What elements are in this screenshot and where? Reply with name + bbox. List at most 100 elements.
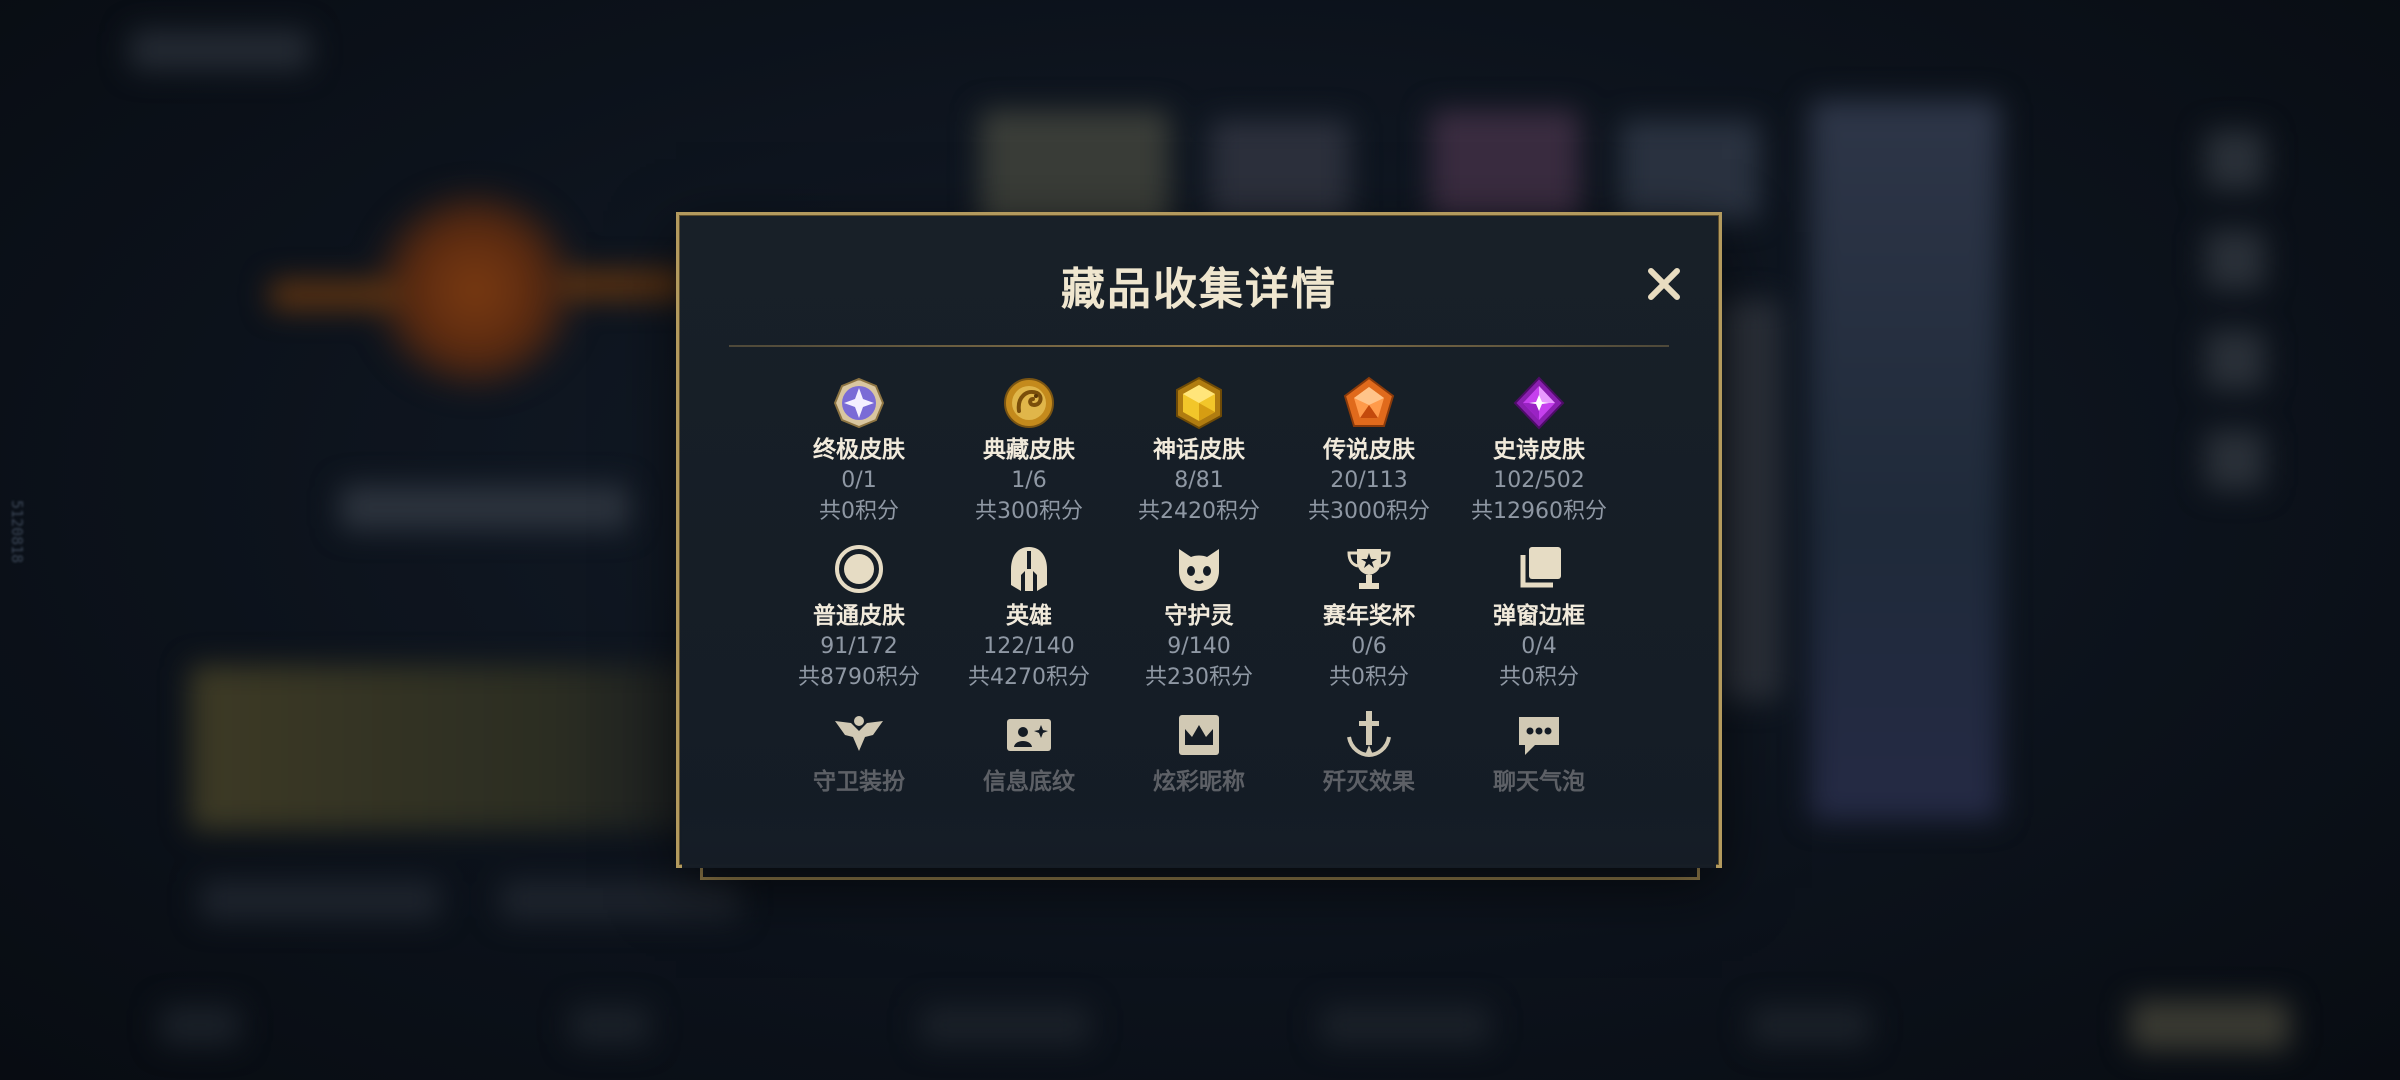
- side-id-text: 5120818: [8, 500, 26, 564]
- helmet-icon: [1011, 547, 1047, 591]
- banner-card-icon: [1007, 719, 1051, 751]
- frame-stack-icon: [1520, 547, 1561, 588]
- item-count: 1/6: [1011, 468, 1047, 493]
- collection-item-epic-skin[interactable]: 史诗皮肤 102/502 共12960积分: [1454, 375, 1624, 527]
- normal-skin-icon: [835, 545, 883, 593]
- collection-row-general: 普通皮肤 91/172 共8790积分 英雄 122/140 共4270积分 守…: [774, 541, 1624, 693]
- spirit-icon: [1179, 549, 1219, 591]
- item-points: 共230积分: [1145, 665, 1253, 690]
- collection-item-spirit[interactable]: 守护灵 9/140 共230积分: [1114, 541, 1284, 693]
- item-name: 英雄: [1006, 603, 1052, 629]
- collection-item-normal-skin[interactable]: 普通皮肤 91/172 共8790积分: [774, 541, 944, 693]
- trophy-icon: [1347, 549, 1391, 589]
- collection-item-popup-frame[interactable]: 弹窗边框 0/4 共0积分: [1454, 541, 1624, 693]
- item-count: 0/1: [841, 468, 877, 493]
- bg-emblem-wing-left: [270, 280, 400, 310]
- item-points: 共0积分: [1499, 665, 1579, 690]
- bg-thumb-4: [1620, 120, 1760, 220]
- crown-name-icon: [1179, 715, 1219, 755]
- bg-thumb-3: [1430, 110, 1580, 220]
- item-name: 弹窗边框: [1493, 603, 1585, 629]
- item-points: 共12960积分: [1471, 499, 1607, 524]
- collection-item-finisher-effect[interactable]: 歼灭效果: [1284, 707, 1454, 797]
- collection-details-dialog: 藏品收集详情 终极皮肤 0/1 共0积分 典藏皮肤 1/6 共300积分 神话皮…: [676, 212, 1722, 868]
- bg-card-button-1: [200, 880, 440, 920]
- bg-bottom-tab-1: [160, 1005, 240, 1045]
- item-name: 信息底纹: [983, 769, 1075, 795]
- bg-bottom-tab-3: [920, 1005, 1090, 1045]
- item-name: 终极皮肤: [813, 437, 905, 463]
- bg-right-icon-4: [2205, 430, 2265, 490]
- title-divider: [729, 345, 1669, 347]
- chat-bubble-icon: [1519, 717, 1559, 755]
- close-icon: [1648, 268, 1680, 300]
- item-points: 共2420积分: [1138, 499, 1260, 524]
- item-count: 20/113: [1330, 468, 1408, 493]
- item-name: 传说皮肤: [1323, 437, 1415, 463]
- bg-tall-poster: [1810, 100, 2000, 820]
- collection-row-skins-rare: 终极皮肤 0/1 共0积分 典藏皮肤 1/6 共300积分 神话皮肤 8/81 …: [774, 375, 1624, 527]
- item-points: 共3000积分: [1308, 499, 1430, 524]
- modal-base-trim: [700, 866, 1700, 880]
- item-points: 共300积分: [975, 499, 1083, 524]
- scroll-fade: [682, 790, 1716, 868]
- bg-header-logo: [130, 30, 310, 70]
- item-points: 共0积分: [1329, 665, 1409, 690]
- screen: 5120818 藏品收集详情 终极皮肤 0/1 共0积分 典藏皮肤 1/6 共3…: [0, 0, 2400, 1080]
- bg-name-plate: [340, 485, 630, 530]
- bg-right-icon-2: [2205, 230, 2265, 290]
- bg-bottom-tab-2: [570, 1005, 650, 1045]
- item-count: 102/502: [1493, 468, 1585, 493]
- item-count: 122/140: [983, 634, 1075, 659]
- bg-side-strip: [1720, 300, 1780, 700]
- mythic-skin-icon: [1176, 376, 1222, 430]
- collection-item-classic-skin[interactable]: 典藏皮肤 1/6 共300积分: [944, 375, 1114, 527]
- item-name: 炫彩昵称: [1153, 769, 1245, 795]
- item-name: 聊天气泡: [1493, 769, 1585, 795]
- item-count: 0/6: [1351, 634, 1387, 659]
- collection-item-ward-skin[interactable]: 守卫装扮: [774, 707, 944, 797]
- close-button[interactable]: [1639, 259, 1689, 309]
- item-name: 普通皮肤: [813, 603, 905, 629]
- bg-emblem-wing-right: [560, 270, 690, 300]
- collection-item-hero[interactable]: 英雄 122/140 共4270积分: [944, 541, 1114, 693]
- bg-banner-card: [190, 665, 710, 830]
- bg-right-icon-3: [2205, 330, 2265, 390]
- item-name: 赛年奖杯: [1323, 603, 1415, 629]
- epic-skin-icon: [1513, 376, 1565, 430]
- classic-dragon-skin-icon: [1004, 378, 1054, 428]
- item-name: 守卫装扮: [813, 769, 905, 795]
- item-points: 共4270积分: [968, 665, 1090, 690]
- item-count: 91/172: [820, 634, 898, 659]
- ultimate-skin-icon: [833, 377, 885, 429]
- bg-bottom-tab-4: [1320, 1005, 1490, 1045]
- legendary-skin-icon: [1343, 376, 1395, 427]
- collection-item-trophy[interactable]: 赛年奖杯 0/6 共0积分: [1284, 541, 1454, 693]
- bg-emblem: [370, 190, 580, 390]
- item-name: 歼灭效果: [1323, 769, 1415, 795]
- collection-item-color-nickname[interactable]: 炫彩昵称: [1114, 707, 1284, 797]
- bg-right-icon-1: [2205, 130, 2265, 190]
- collection-item-info-banner[interactable]: 信息底纹: [944, 707, 1114, 797]
- item-points: 共0积分: [819, 499, 899, 524]
- bg-thumb-2: [1210, 120, 1350, 220]
- collection-item-mythic-skin[interactable]: 神话皮肤 8/81 共2420积分: [1114, 375, 1284, 527]
- dialog-title: 藏品收集详情: [1061, 264, 1337, 315]
- ward-skin-icon: [835, 716, 883, 751]
- item-count: 8/81: [1174, 468, 1224, 493]
- item-name: 史诗皮肤: [1493, 437, 1585, 463]
- bg-card-button-2: [500, 880, 740, 920]
- item-count: 0/4: [1521, 634, 1557, 659]
- bg-bottom-tab-5: [1750, 1005, 1870, 1045]
- sword-finisher-icon: [1347, 711, 1391, 758]
- item-name: 典藏皮肤: [983, 437, 1075, 463]
- item-count: 9/140: [1167, 634, 1231, 659]
- bg-bottom-button: [2130, 1000, 2290, 1050]
- collection-item-ultimate-skin[interactable]: 终极皮肤 0/1 共0积分: [774, 375, 944, 527]
- collection-item-chat-bubble[interactable]: 聊天气泡: [1454, 707, 1624, 797]
- collection-item-legendary-skin[interactable]: 传说皮肤 20/113 共3000积分: [1284, 375, 1454, 527]
- collection-row-misc: 守卫装扮 信息底纹 炫彩昵称 歼灭效果 聊天气泡: [774, 707, 1624, 797]
- item-name: 神话皮肤: [1153, 437, 1245, 463]
- item-points: 共8790积分: [798, 665, 920, 690]
- item-name: 守护灵: [1164, 603, 1234, 629]
